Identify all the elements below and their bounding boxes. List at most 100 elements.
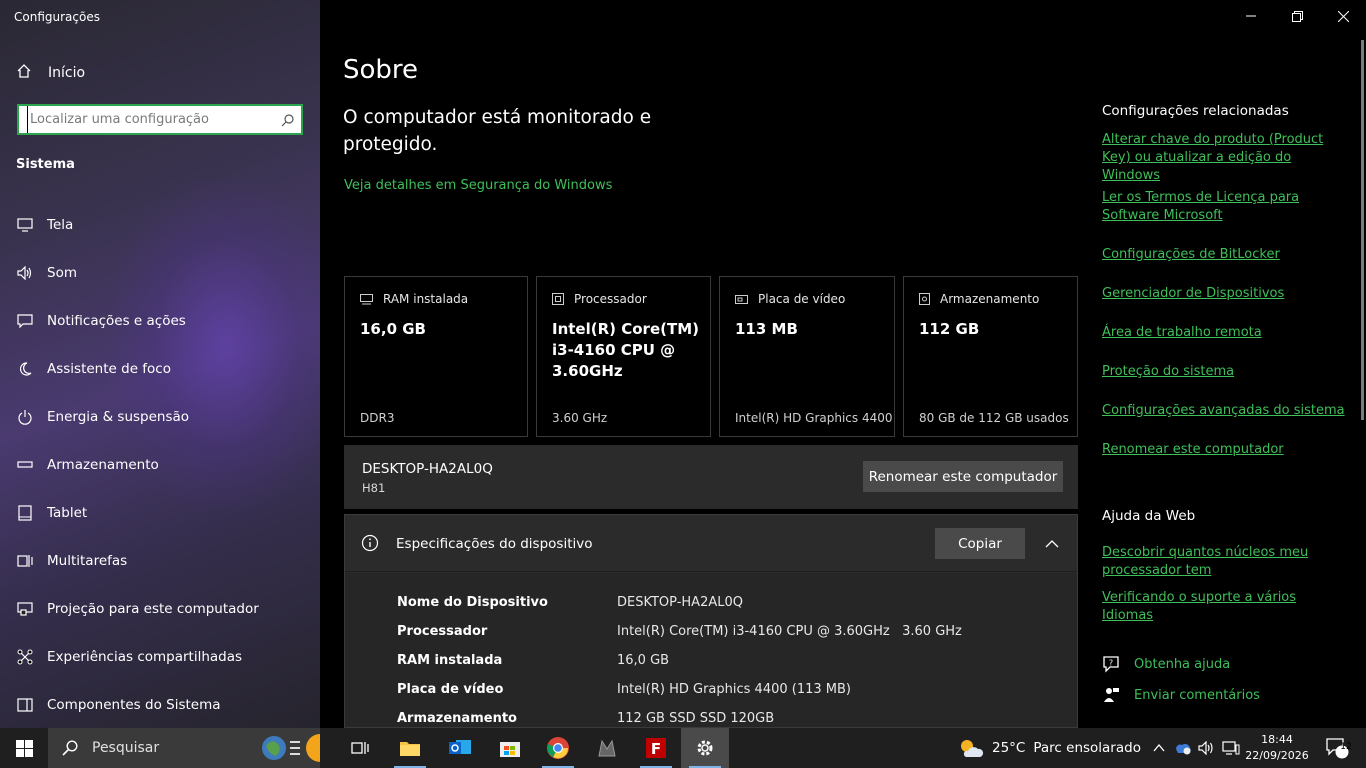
sidebar-item-projecao[interactable]: Projeção para este computador [0, 585, 320, 633]
sidebar-item-label: Tela [47, 217, 74, 233]
svg-text:?: ? [1109, 659, 1113, 668]
related-link-rename-pc[interactable]: Renomear este computador [1102, 441, 1347, 459]
spec-value: DESKTOP-HA2AL0Q [617, 595, 743, 610]
message-icon [16, 312, 34, 330]
spec-value: Intel(R) Core(TM) i3-4160 CPU @ 3.60GHz … [617, 624, 962, 639]
chevron-up-icon [1153, 744, 1165, 752]
related-settings-title: Configurações relacionadas [1102, 103, 1289, 119]
page-scrollbar[interactable] [1361, 40, 1364, 420]
tray-volume[interactable] [1196, 728, 1218, 768]
sidebar-item-multitarefas[interactable]: Multitarefas [0, 537, 320, 585]
minimize-button[interactable] [1228, 0, 1274, 32]
sidebar-item-energia[interactable]: Energia & suspensão [0, 393, 320, 441]
task-view-icon [351, 742, 369, 754]
web-help-link-languages[interactable]: Verificando o suporte a vários Idiomas [1102, 589, 1347, 625]
device-name-panel: DESKTOP-HA2AL0Q H81 Renomear este comput… [344, 445, 1078, 509]
web-help-link-cores[interactable]: Descobrir quantos núcleos meu processado… [1102, 544, 1347, 580]
taskbar-file-explorer[interactable] [386, 728, 434, 768]
storage-card-value: 112 GB [919, 320, 980, 338]
taskbar-chrome[interactable] [534, 728, 582, 768]
sidebar-item-tablet[interactable]: Tablet [0, 489, 320, 537]
cpu-icon [552, 293, 564, 305]
search-icon[interactable] [275, 106, 301, 133]
feedback-link[interactable]: Enviar comentários [1102, 686, 1260, 704]
sidebar-item-tela[interactable]: Tela [0, 201, 320, 249]
ethernet-icon [1222, 741, 1240, 755]
close-icon [1337, 10, 1349, 22]
related-link-bitlocker[interactable]: Configurações de BitLocker [1102, 246, 1347, 264]
storage-icon [919, 293, 930, 305]
sidebar-item-home[interactable]: Início [16, 62, 85, 84]
sidebar-item-label: Multitarefas [47, 553, 128, 569]
ram-icon [360, 293, 373, 304]
related-link-product-key[interactable]: Alterar chave do produto (Product Key) o… [1102, 131, 1347, 185]
related-link-license-terms[interactable]: Ler os Termos de Licença para Software M… [1102, 189, 1347, 225]
ram-card-sub: DDR3 [360, 411, 395, 425]
maximize-button[interactable] [1274, 0, 1320, 32]
spec-row: Placa de vídeo Intel(R) HD Graphics 4400… [397, 682, 851, 702]
taskbar-filezilla[interactable]: F [632, 728, 680, 768]
spec-key: Armazenamento [397, 711, 517, 726]
minimize-icon [1246, 15, 1256, 17]
sidebar-item-armazenamento[interactable]: Armazenamento [0, 441, 320, 489]
sidebar-item-experiencias[interactable]: Experiências compartilhadas [0, 633, 320, 681]
home-icon [16, 63, 32, 83]
sidebar-item-som[interactable]: Som [0, 249, 320, 297]
related-link-system-protection[interactable]: Proteção do sistema [1102, 363, 1347, 381]
web-help-title: Ajuda da Web [1102, 508, 1196, 524]
clock-date: 22/09/2026 [1245, 749, 1309, 762]
protection-status: O computador está monitorado e protegido… [343, 107, 652, 155]
svg-text:F: F [651, 740, 661, 758]
search-icon [62, 740, 78, 756]
store-icon [500, 742, 520, 757]
spec-row: Processador Intel(R) Core(TM) i3-4160 CP… [397, 624, 962, 644]
weather-temp: 25°C [992, 740, 1026, 756]
processor-card-label: Processador [574, 292, 647, 306]
tray-network[interactable] [1220, 728, 1242, 768]
sidebar-item-assistente-foco[interactable]: Assistente de foco [0, 345, 320, 393]
app-title: Configurações [14, 10, 100, 24]
task-view-button[interactable] [336, 728, 384, 768]
tray-onedrive[interactable] [1172, 728, 1194, 768]
show-hidden-icons-button[interactable] [1150, 728, 1168, 768]
folder-icon [400, 742, 420, 756]
spec-value: 16,0 GB [617, 653, 670, 668]
sidebar-item-componentes[interactable]: Componentes do Sistema [0, 681, 320, 728]
processor-card-value: Intel(R) Core(TM) i3-4160 CPU @ 3.60GHz [552, 320, 699, 380]
gear-icon [697, 740, 713, 756]
share-icon [16, 648, 34, 666]
notification-center-button[interactable]: 12 [1320, 728, 1356, 768]
close-button[interactable] [1320, 0, 1366, 32]
sidebar-item-label: Assistente de foco [47, 361, 171, 377]
device-specs-title: Especificações do dispositivo [396, 536, 593, 552]
related-link-remote-desktop[interactable]: Área de trabalho remota [1102, 324, 1347, 342]
settings-search-input[interactable] [27, 106, 275, 133]
sidebar-item-label: Som [47, 265, 77, 281]
taskbar-store[interactable] [486, 728, 534, 768]
taskbar-settings[interactable] [681, 728, 729, 768]
get-help-link[interactable]: ? Obtenha ajuda [1102, 655, 1230, 673]
copy-specs-button[interactable]: Copiar [935, 528, 1025, 559]
settings-search-box[interactable] [17, 104, 303, 135]
device-specs-header[interactable]: Especificações do dispositivo Copiar [345, 515, 1077, 572]
windows-security-link[interactable]: Veja detalhes em Segurança do Windows [344, 178, 612, 193]
taskbar-search[interactable]: Pesquisar [48, 728, 320, 768]
network-error-icon [1176, 743, 1191, 755]
related-link-advanced-settings[interactable]: Configurações avançadas do sistema [1102, 402, 1347, 420]
taskbar-outlook[interactable] [436, 728, 484, 768]
spec-key: RAM instalada [397, 653, 503, 668]
related-link-device-manager[interactable]: Gerenciador de Dispositivos [1102, 285, 1347, 303]
device-name: DESKTOP-HA2AL0Q [362, 461, 493, 477]
taskbar-app-dark[interactable] [583, 728, 631, 768]
weather-widget[interactable]: 25°C Parc ensolarado [958, 728, 1141, 768]
spec-key: Placa de vídeo [397, 682, 504, 697]
taskbar-clock[interactable]: 18:44 22/09/2026 [1244, 732, 1310, 764]
processor-card-sub: 3.60 GHz [552, 411, 608, 425]
multitask-icon [16, 552, 34, 570]
sidebar-item-notificacoes[interactable]: Notificações e ações [0, 297, 320, 345]
chevron-up-icon[interactable] [1045, 533, 1059, 552]
device-specs-panel: Especificações do dispositivo Copiar Nom… [344, 514, 1078, 728]
start-button[interactable] [0, 728, 48, 768]
monitor-icon [16, 216, 34, 234]
rename-pc-button[interactable]: Renomear este computador [863, 461, 1063, 492]
